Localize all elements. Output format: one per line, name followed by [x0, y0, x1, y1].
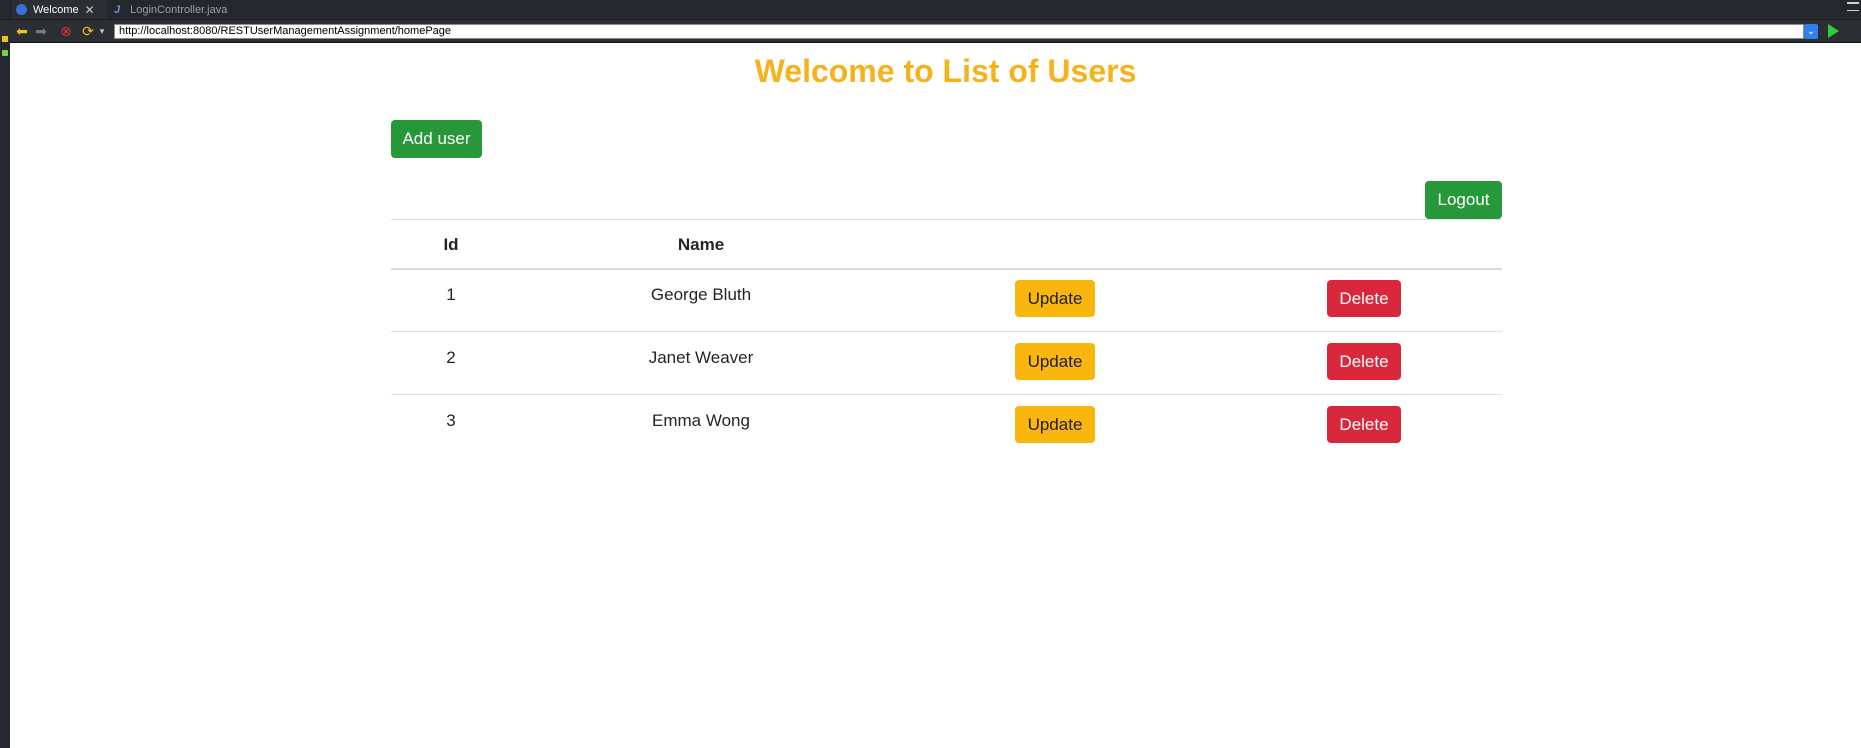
cell-name: Emma Wong [652, 411, 750, 430]
marker-icon [2, 36, 8, 42]
web-page: Welcome to List of Users Add user Logout… [10, 43, 1861, 748]
java-file-icon: J [114, 3, 121, 16]
ide-left-gutter [0, 36, 10, 748]
table-divider [391, 219, 1502, 220]
minimize-icon[interactable] [1847, 2, 1859, 11]
browser-toolbar: ⬅ ➡ ⊗ ⟳ ▾ http://localhost:8080/RESTUser… [0, 20, 1861, 43]
cell-name: George Bluth [650, 285, 752, 304]
chevron-down-icon[interactable]: ▾ [98, 23, 106, 39]
editor-tab-bar: Welcome ✕ J LoginController.java [0, 0, 1861, 20]
update-button[interactable]: Update [1015, 406, 1095, 443]
update-button[interactable]: Update [1015, 343, 1095, 380]
tab-welcome[interactable]: Welcome ✕ [12, 0, 107, 19]
page-title: Welcome to List of Users [754, 53, 1137, 89]
logout-button[interactable]: Logout [1425, 181, 1502, 219]
refresh-icon[interactable]: ⟳ [80, 23, 96, 39]
tab-label: Welcome [33, 3, 79, 16]
status-icon [2, 50, 8, 56]
add-user-button[interactable]: Add user [391, 120, 482, 158]
delete-button[interactable]: Delete [1327, 406, 1401, 443]
cell-name: Janet Weaver [648, 348, 754, 367]
url-input[interactable]: http://localhost:8080/RESTUserManagement… [114, 24, 1804, 39]
table-divider [391, 394, 1502, 395]
close-icon[interactable]: ✕ [85, 3, 95, 17]
back-icon[interactable]: ⬅ [14, 23, 30, 39]
update-button[interactable]: Update [1015, 280, 1095, 317]
table-divider [391, 331, 1502, 332]
forward-icon[interactable]: ➡ [33, 23, 49, 39]
delete-button[interactable]: Delete [1327, 343, 1401, 380]
go-icon[interactable] [1828, 24, 1839, 38]
url-history-dropdown[interactable]: ⌄ [1804, 24, 1818, 39]
table-header-divider [391, 268, 1502, 270]
delete-button[interactable]: Delete [1327, 280, 1401, 317]
globe-icon [16, 4, 27, 15]
cell-id: 2 [446, 348, 456, 367]
column-header-name: Name [677, 235, 725, 254]
stop-icon[interactable]: ⊗ [58, 23, 74, 39]
cell-id: 3 [446, 411, 456, 430]
column-header-id: Id [443, 235, 459, 254]
tab-label: LoginController.java [130, 3, 228, 16]
tab-login-controller[interactable]: J LoginController.java [112, 0, 260, 19]
cell-id: 1 [446, 285, 456, 304]
